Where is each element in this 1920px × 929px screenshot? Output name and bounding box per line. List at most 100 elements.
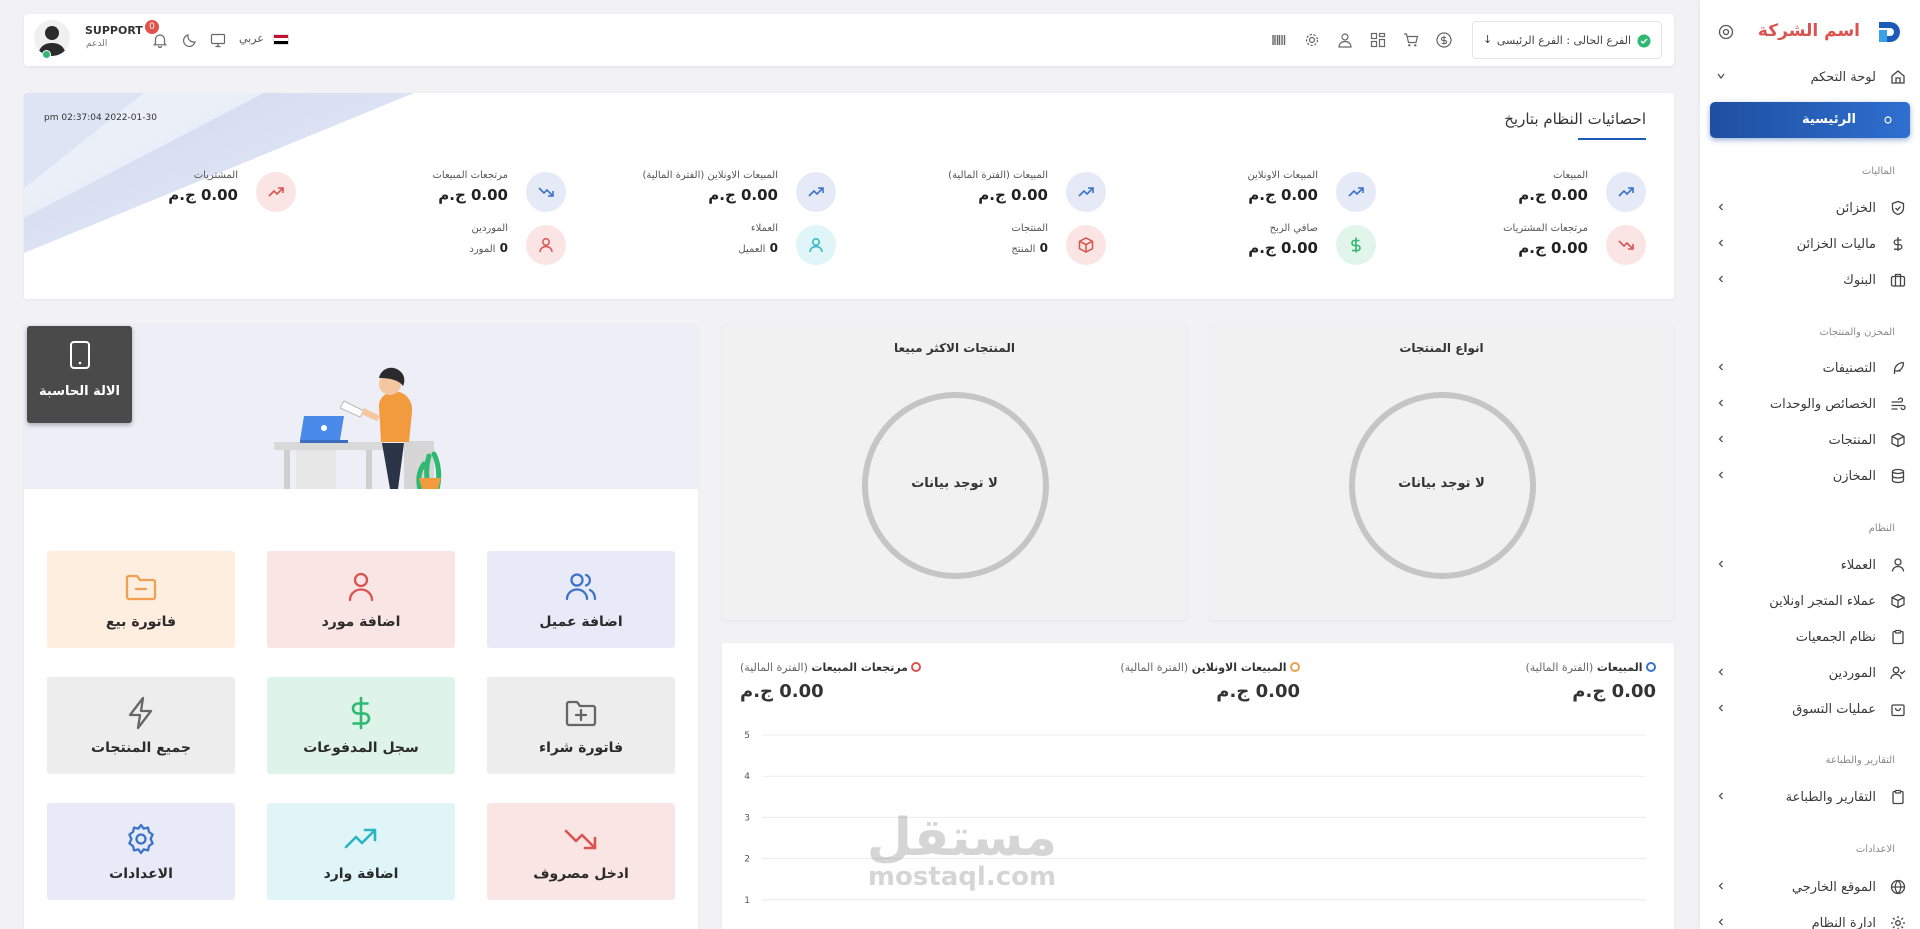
legend-sales-returns: مرتجعات المبيعات (الفترة المالية) [740,661,922,674]
stat-sales-returns: مرتجعات المبيعات 0.00 ج.م [306,170,566,214]
action-label: اضافة عميل [539,613,623,630]
sidebar-item-marketing[interactable]: عمليات التسوق [1710,694,1906,724]
sidebar-item-banks[interactable]: البنوك [1710,265,1906,295]
calculator-label: الالة الحاسبة [39,384,120,399]
chevron-left-icon [1718,668,1723,676]
sidebar-item-dashboard[interactable]: لوحة التحكم [1710,62,1906,92]
stat-sales: المبيعات 0.00 ج.م [1386,170,1646,214]
users-icon[interactable] [1337,32,1353,48]
stat-label: المبيعات الاونلاين (الفترة المالية) [642,170,778,181]
legend-suffix: (الفترة المالية) [740,661,808,674]
cart-icon[interactable] [1403,32,1419,48]
product-types-panel: انواع المنتجات لا توجد بيانات [1209,324,1674,620]
sidebar-item-label: الخصائص والوحدات [1769,396,1876,412]
collapse-sidebar-icon[interactable] [1718,24,1734,40]
sidebar-item-stores[interactable]: المخازن [1710,461,1906,491]
moon-icon[interactable] [182,32,198,48]
sales-chart-panel: المبيعات (الفترة المالية) 0.00 ج.م المبي… [722,643,1674,929]
arrow-down-icon: ↓ [1483,33,1493,46]
dollar-circle-icon[interactable] [1436,32,1452,48]
stat-products: المنتجات 0 المنتج [846,223,1106,267]
stat-net-profit: صافي الربح 0.00 ج.م [1116,223,1376,267]
user-check-icon [1890,666,1906,680]
avatar[interactable] [34,20,70,56]
sidebar-item-associations[interactable]: نظام الجمعيات [1710,622,1906,652]
sidebar-item-online-customers[interactable]: عملاء المتجر اونلاين [1710,586,1906,616]
all-products-button[interactable]: جميع المنتجات [47,677,235,774]
bell-icon[interactable] [152,32,168,48]
stat-customers: العملاء 0 العميل [576,223,836,267]
legend-suffix: (الفترة المالية) [1120,661,1189,674]
add-expense-button[interactable]: ادخل مصروف [487,803,675,900]
office-illustration [274,367,442,489]
briefcase-icon [1890,273,1906,287]
stat-online-sales: المبيعات الاونلاين 0.00 ج.م [1116,170,1376,214]
sidebar: اسم الشركة لوحة التحكم الرئيسية الماليات… [1700,0,1920,929]
stat-label: المبيعات [1553,170,1588,181]
company-logo[interactable] [1876,20,1902,44]
egypt-flag-icon[interactable] [273,34,289,45]
stat-label: الموردين [471,223,508,234]
gear-icon[interactable] [1304,32,1320,48]
dollar-icon [1336,225,1376,265]
chevron-left-icon [1718,275,1723,283]
settings-button[interactable]: الاعدادات [47,803,235,900]
stat-sales-period: المبيعات (الفترة المالية) 0.00 ج.م [846,170,1106,214]
monitor-icon[interactable] [210,32,226,48]
stat-value: 0.00 ج.م [708,186,778,204]
sidebar-item-suppliers[interactable]: الموردين [1710,658,1906,688]
sidebar-item-treasury-finance[interactable]: ماليات الخزائن [1710,229,1906,259]
feather-icon [1893,361,1905,374]
legend-name: المبيعات الاونلاين [1191,661,1287,674]
sidebar-section-settings: الاعدادات [1855,844,1895,855]
sidebar-item-label: الموردين [1828,665,1876,681]
user-icon [526,225,566,265]
chevron-left-icon [1718,399,1723,407]
legend-total-online: 0.00 ج.م [1216,681,1300,702]
legend-suffix: (الفترة المالية) [1525,661,1594,674]
legend-dot-icon [1646,662,1656,672]
sidebar-section-reports: التقارير والطباعة [1825,755,1895,766]
sidebar-item-treasuries[interactable]: الخزائن [1710,193,1906,223]
sidebar-item-categories[interactable]: التصنيفات [1710,353,1906,383]
clipboard-icon [1892,629,1904,645]
folder-icon [125,574,157,600]
sidebar-item-label: الخزائن [1835,200,1876,216]
purchase-invoice-button[interactable]: فاتورة شراء [487,677,675,774]
sales-invoice-button[interactable]: فاتورة بيع [47,551,235,648]
sidebar-item-website[interactable]: الموقع الخارجي [1710,872,1906,902]
sidebar-item-label: العملاء [1840,557,1876,573]
clipboard-icon [1892,789,1904,805]
add-customer-button[interactable]: اضافة عميل [487,551,675,648]
sidebar-item-customers[interactable]: العملاء [1710,550,1906,580]
stat-label: مرتجعات المشتريات [1503,223,1588,234]
sidebar-item-home[interactable]: الرئيسية [1710,102,1910,138]
stat-label: المشتريات [193,170,238,181]
notification-badge: 0 [145,20,159,34]
grid-icon[interactable] [1370,32,1386,48]
action-label: فاتورة بيع [105,613,177,630]
stat-label: صافي الربح [1269,223,1318,234]
legend-name: المبيعات [1596,661,1643,674]
legend-total-sales: 0.00 ج.م [1572,681,1656,702]
calculator-button[interactable]: الالة الحاسبة [27,326,132,423]
sidebar-item-products[interactable]: المنتجات [1710,425,1906,455]
add-supplier-button[interactable]: اضافة مورد [267,551,455,648]
folder-plus-icon [565,700,597,726]
check-circle-icon [1637,34,1651,48]
stat-label: المبيعات الاونلاين [1247,170,1318,181]
sidebar-item-label: ماليات الخزائن [1796,236,1876,252]
no-data-label: لا توجد بيانات [1398,476,1485,491]
payments-log-button[interactable]: سجل المدفوعات [267,677,455,774]
sidebar-item-system-admin[interactable]: ادارة النظام [1710,908,1906,929]
circle-icon [1884,116,1892,124]
branch-selector[interactable]: الفرع الحالى : الفرع الرئيسى ↓ [1472,21,1662,59]
barcode-icon[interactable] [1271,32,1287,48]
action-label: جميع المنتجات [91,739,191,756]
sidebar-item-label: التصنيفات [1822,360,1876,376]
language-label[interactable]: عربي [239,32,264,45]
chevron-left-icon [1718,363,1723,371]
sidebar-item-attributes[interactable]: الخصائص والوحدات [1710,389,1906,419]
add-income-button[interactable]: اضافة وارد [267,803,455,900]
sidebar-item-reports[interactable]: التقارير والطباعة [1710,782,1906,812]
